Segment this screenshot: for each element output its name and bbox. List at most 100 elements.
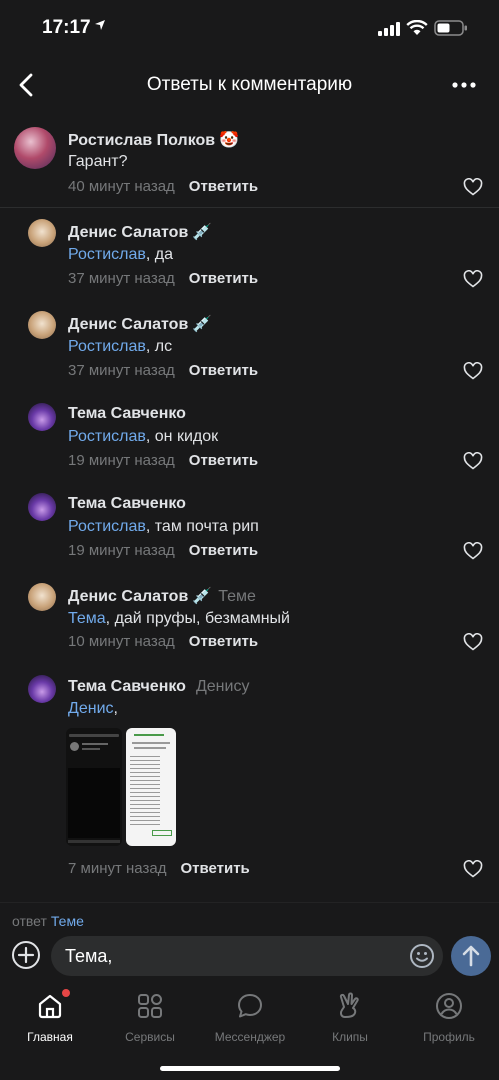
like-heart-icon[interactable] [463, 542, 483, 560]
mention-link[interactable]: Денис [68, 700, 114, 717]
cellular-signal-icon [378, 22, 400, 36]
comment-time: 40 минут назад [68, 178, 175, 195]
comment-body: , да [145, 246, 173, 263]
add-attachment-icon[interactable] [11, 940, 41, 970]
like-heart-icon[interactable] [463, 270, 483, 288]
avatar[interactable] [28, 583, 56, 611]
comment-body: , там почта рип [145, 518, 259, 535]
mention-link[interactable]: Тема [68, 610, 106, 627]
reply-comment: Денис Салатов 💉 Ростислав, лс 37 минут на… [0, 300, 499, 392]
reply-target-bar: ответ Теме [0, 902, 499, 932]
comment-body: , лс [145, 338, 173, 355]
reply-comment: Тема Савченко Денису Денис, 7 минут назад… [0, 664, 499, 900]
comment-author[interactable]: Денис Салатов 💉 [68, 314, 218, 334]
comment-meta: 37 минут назад Ответить [68, 270, 258, 287]
tab-home[interactable]: Главная [0, 988, 100, 1048]
comment-input-value[interactable]: Тема, [65, 946, 112, 967]
like-heart-icon[interactable] [463, 178, 483, 196]
page-title: Ответы к комментарию [146, 74, 353, 95]
reply-to-name[interactable]: Теме [218, 588, 256, 605]
avatar[interactable] [28, 493, 56, 521]
author-emoji: 💉 [192, 588, 213, 605]
attached-screenshot[interactable] [126, 728, 176, 846]
battery-icon [434, 20, 467, 36]
author-name: Денис Салатов [68, 224, 189, 241]
more-options-icon[interactable] [451, 76, 477, 94]
author-name: Денис Салатов [68, 588, 189, 605]
send-button[interactable] [451, 936, 491, 976]
like-heart-icon[interactable] [463, 452, 483, 470]
screenshot-footer [68, 840, 120, 843]
reply-button[interactable]: Ответить [189, 270, 258, 287]
mention-link[interactable]: Ростислав [68, 428, 146, 445]
status-time: 17:17 [42, 17, 91, 38]
reply-button[interactable]: Ответить [189, 178, 258, 195]
tab-clips[interactable]: Клипы [300, 988, 400, 1048]
like-heart-icon[interactable] [463, 860, 483, 878]
screenshot-text-block [130, 756, 160, 826]
reply-to-name[interactable]: Денису [196, 678, 250, 695]
comment-body: , дай пруфы, безмамный [105, 610, 290, 627]
comment-author[interactable]: Ростислав Полков 🤡 [68, 130, 239, 150]
notification-badge [62, 989, 70, 997]
reply-button[interactable]: Ответить [189, 542, 258, 559]
comment-author[interactable]: Тема Савченко [68, 405, 196, 423]
author-emoji: 💉 [192, 224, 213, 241]
author-name: Денис Салатов [68, 316, 189, 333]
home-indicator [160, 1066, 340, 1071]
comment-input[interactable]: Тема, [51, 936, 443, 976]
comment-text: Ростислав, да [68, 246, 173, 264]
tab-messenger[interactable]: Мессенджер [200, 988, 300, 1048]
reply-button[interactable]: Ответить [189, 362, 258, 379]
comment-text: Тема, дай пруфы, безмамный [68, 610, 290, 628]
send-arrow-icon [462, 945, 480, 967]
comment-meta: 19 минут назад Ответить [68, 452, 258, 469]
emoji-smile-icon[interactable] [409, 943, 435, 969]
avatar[interactable] [28, 311, 56, 339]
attached-screenshot[interactable] [66, 728, 122, 846]
author-name: Ростислав Полков [68, 132, 216, 149]
comment-author[interactable]: Денис Салатов 💉 [68, 222, 218, 242]
comment-meta: 40 минут назад Ответить [68, 178, 258, 195]
reply-button[interactable]: Ответить [189, 452, 258, 469]
comment-text: Ростислав, он кидок [68, 428, 218, 446]
avatar[interactable] [28, 403, 56, 431]
reply-button[interactable]: Ответить [189, 633, 258, 650]
screenshot-line [82, 743, 108, 745]
avatar[interactable] [14, 127, 56, 169]
comment-author[interactable]: Тема Савченко [68, 495, 196, 513]
comment-meta: 10 минут назад Ответить [68, 633, 258, 650]
reply-comment: Денис Салатов 💉 Ростислав, да 37 минут на… [0, 208, 499, 300]
comment-body: , [113, 700, 118, 717]
messenger-icon [238, 994, 262, 1018]
comment-meta: 7 минут назад Ответить [68, 860, 250, 877]
mention-link[interactable]: Ростислав [68, 518, 146, 535]
tab-profile[interactable]: Профиль [399, 988, 499, 1048]
comment-time: 19 минут назад [68, 452, 175, 469]
comment-time: 10 минут назад [68, 633, 175, 650]
tab-label: Главная [27, 1030, 73, 1044]
reply-button[interactable]: Ответить [180, 860, 249, 877]
reply-comment: Тема Савченко Ростислав, там почта рип 1… [0, 482, 499, 572]
screenshot-header [69, 734, 119, 737]
reply-target-label: ответ Теме [12, 913, 84, 929]
comment-time: 37 минут назад [68, 362, 175, 379]
avatar[interactable] [28, 219, 56, 247]
reply-comment: Денис Салатов 💉 Теме Тема, дай пруфы, безм… [0, 572, 499, 664]
tab-label: Профиль [423, 1030, 475, 1044]
screenshot-line [134, 747, 166, 749]
mention-link[interactable]: Ростислав [68, 338, 146, 355]
like-heart-icon[interactable] [463, 362, 483, 380]
screenshot-avatar [70, 742, 79, 751]
comment-author[interactable]: Денис Салатов 💉 Теме [68, 586, 256, 606]
comment-author[interactable]: Тема Савченко Денису [68, 678, 249, 696]
comment-text: Гарант? [68, 153, 128, 170]
mention-link[interactable]: Ростислав [68, 246, 146, 263]
profile-icon [436, 993, 462, 1019]
avatar[interactable] [28, 675, 56, 703]
tab-services[interactable]: Сервисы [100, 988, 200, 1048]
reply-target-name[interactable]: Теме [51, 913, 84, 929]
tab-label: Сервисы [125, 1030, 175, 1044]
like-heart-icon[interactable] [463, 633, 483, 651]
screenshot-button [152, 830, 172, 836]
